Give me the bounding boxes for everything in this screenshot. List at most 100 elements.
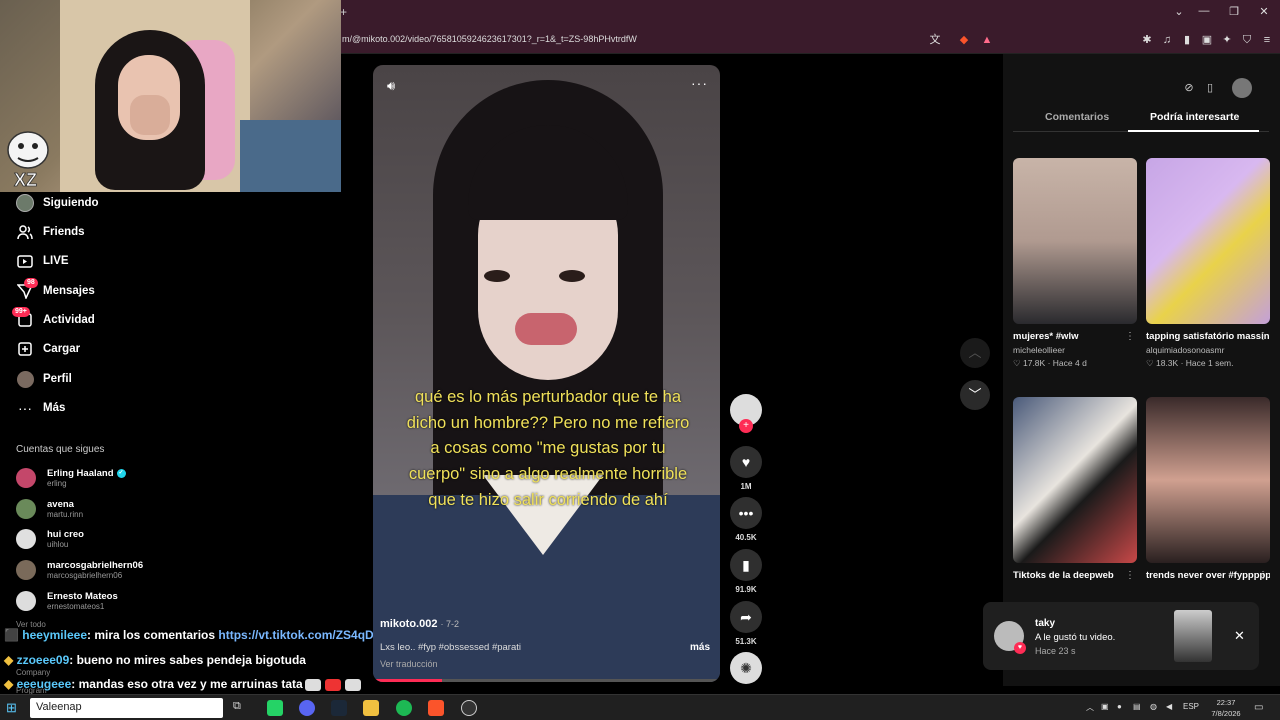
extensions-icon[interactable]: ✱ — [1140, 33, 1154, 47]
windows-start-icon[interactable]: ⊞ — [6, 700, 22, 716]
followed-account[interactable]: avena martu.rinn — [16, 497, 83, 521]
see-translation-button[interactable]: Ver traducción — [380, 659, 438, 669]
file-explorer-icon[interactable] — [363, 700, 379, 716]
translate-icon[interactable]: 文 — [928, 33, 942, 47]
media-icon[interactable]: ♫ — [1160, 33, 1174, 47]
card-more-icon[interactable]: ⋮ — [1125, 570, 1135, 581]
spotify-icon[interactable] — [396, 700, 412, 716]
maximize-icon[interactable]: ❐ — [1224, 5, 1244, 18]
more-icon: ··· — [18, 400, 32, 416]
follow-plus-icon[interactable]: + — [739, 419, 753, 433]
language-indicator[interactable]: ESP — [1183, 702, 1199, 711]
video-more-icon[interactable]: ··· — [691, 75, 708, 91]
leo-icon[interactable]: ✦ — [1220, 33, 1234, 47]
previous-video-button[interactable]: ︿ — [960, 338, 990, 368]
see-more-button[interactable]: más — [690, 642, 710, 653]
menu-icon[interactable]: ≡ — [1260, 33, 1274, 47]
notification-time: Hace 23 s — [1035, 646, 1076, 656]
video-eye — [484, 270, 510, 282]
discord-icon[interactable] — [299, 700, 315, 716]
card-author: alquimiadosonoasmr — [1146, 345, 1225, 355]
video-player[interactable]: qué es lo más perturbador que te ha dich… — [373, 65, 720, 682]
avatar — [16, 591, 36, 611]
share-icon: ➦ — [730, 601, 762, 633]
task-view-icon[interactable]: ⧉ — [233, 700, 249, 716]
suggested-video-card[interactable]: trends never over #fypppppppppppp... ⋮ — [1146, 397, 1270, 581]
heart-icon: ♥ — [1014, 642, 1026, 654]
tray-icon[interactable]: ▤ — [1133, 702, 1141, 711]
chat-text: : bueno no mires sabes pendeja bigotuda — [69, 653, 306, 667]
nav-item-upload[interactable]: Cargar — [16, 338, 80, 360]
suggested-video-card[interactable]: tapping satisfatório massinha e cera 😯 .… — [1146, 158, 1270, 369]
windows-taskbar: ⊞ Valeenap ⧉ ︿ ▣ ● ▤ ◍ ◀ ESP 22:37 7/8/2… — [0, 694, 1280, 720]
followed-account[interactable]: hui creo uihlou — [16, 527, 84, 551]
card-author: micheleollieer — [1013, 345, 1065, 355]
card-time: · Hace 1 sem. — [1180, 358, 1234, 368]
taskbar-search[interactable]: Valeenap — [30, 698, 223, 718]
close-icon[interactable]: ✕ — [1234, 628, 1245, 644]
activity-icon: 99+ — [12, 307, 34, 329]
nav-item-following[interactable]: Siguiendo — [16, 192, 99, 214]
emote-icon — [324, 678, 341, 691]
card-more-icon[interactable]: ⋮ — [1258, 331, 1268, 342]
video-progress-bar[interactable] — [373, 679, 720, 682]
video-eye — [559, 270, 585, 282]
nav-item-activity[interactable]: 99+ Actividad — [12, 307, 95, 331]
followed-account[interactable]: Erling Haaland ✓ erling — [16, 466, 126, 490]
followed-account[interactable]: Ernesto Mateos ernestomateos1 — [16, 589, 118, 613]
vpn-icon[interactable]: ⛉ — [1240, 33, 1254, 47]
sound-disc-button[interactable]: ✺ — [730, 652, 762, 684]
user-avatar[interactable] — [1232, 78, 1252, 98]
sidebar-icon[interactable]: ▮ — [1180, 33, 1194, 47]
next-video-button[interactable]: ﹀ — [960, 380, 990, 410]
like-button[interactable]: ♥ 1M — [730, 446, 762, 491]
taskbar-clock[interactable]: 22:37 7/8/2026 — [1208, 697, 1244, 719]
heart-icon: ♥ — [730, 446, 762, 478]
phone-icon[interactable]: ▯ — [1200, 78, 1220, 98]
nav-item-messages[interactable]: 98 Mensajes — [16, 278, 95, 302]
url-text[interactable]: m/@mikoto.002/video/7658105924623617301?… — [342, 34, 637, 44]
tab-comments[interactable]: Comentarios — [1045, 111, 1109, 123]
suggested-video-card[interactable]: mujeres* #wlw ⋮ micheleollieer ♡ 17.8K ·… — [1013, 158, 1137, 369]
tab-list-icon[interactable]: ⌄ — [1169, 5, 1189, 18]
microphone-icon[interactable]: ● — [1117, 702, 1122, 711]
nav-item-profile[interactable]: Perfil — [16, 368, 72, 390]
minimize-icon[interactable]: — — [1194, 5, 1214, 17]
brave-browser-icon[interactable] — [428, 700, 444, 716]
share-button[interactable]: ➦ 51.3K — [730, 601, 762, 646]
suggested-video-card[interactable]: Tiktoks de la deepweb ⋮ — [1013, 397, 1137, 581]
nav-item-live[interactable]: LIVE — [16, 250, 69, 272]
followed-account[interactable]: marcosgabrielhern06 marcosgabrielhern06 — [16, 558, 143, 582]
svg-text:XZ: XZ — [14, 170, 37, 188]
obs-icon[interactable] — [461, 700, 477, 716]
card-more-icon[interactable]: ⋮ — [1125, 331, 1135, 342]
notification-toast[interactable]: ♥ taky A le gustó tu video. Hace 23 s ✕ — [983, 602, 1259, 670]
nav-label: Friends — [43, 226, 85, 238]
share-count: 51.3K — [735, 637, 757, 646]
video-author[interactable]: mikoto.002 · 7-2 — [380, 618, 459, 630]
new-tab-icon[interactable]: + — [340, 5, 347, 19]
account-handle: ernestomateos1 — [47, 602, 105, 611]
card-more-icon[interactable]: ⋮ — [1258, 570, 1268, 581]
nav-item-more[interactable]: ··· Más — [16, 397, 65, 419]
whatsapp-icon[interactable] — [267, 700, 283, 716]
steam-icon[interactable] — [331, 700, 347, 716]
tray-overflow-icon[interactable]: ︿ — [1086, 702, 1094, 713]
save-button[interactable]: ▮ 91.9K — [730, 549, 762, 594]
notification-center-icon[interactable]: ▭ — [1254, 702, 1263, 713]
tray-icon[interactable]: ▣ — [1101, 702, 1109, 711]
rewards-icon[interactable]: ▲ — [980, 33, 994, 47]
volume-tray-icon[interactable]: ◀ — [1166, 702, 1172, 711]
nav-label: Cargar — [43, 343, 81, 355]
tab-suggested[interactable]: Podría interesarte — [1150, 111, 1239, 123]
close-window-icon[interactable]: ✕ — [1254, 5, 1274, 18]
brave-shields-icon[interactable]: ◆ — [957, 33, 971, 47]
comment-button[interactable]: ••• 40.5K — [730, 497, 762, 542]
card-title: trends never over #fypppppppppppp... — [1146, 570, 1270, 581]
wallet-icon[interactable]: ▣ — [1200, 33, 1214, 47]
profile-icon — [16, 370, 34, 388]
network-icon[interactable]: ◍ — [1150, 702, 1157, 711]
nav-item-friends[interactable]: Friends — [16, 221, 85, 243]
compass-icon[interactable]: ⊘ — [1179, 78, 1199, 98]
volume-icon[interactable]: 🔊︎ — [387, 78, 395, 94]
